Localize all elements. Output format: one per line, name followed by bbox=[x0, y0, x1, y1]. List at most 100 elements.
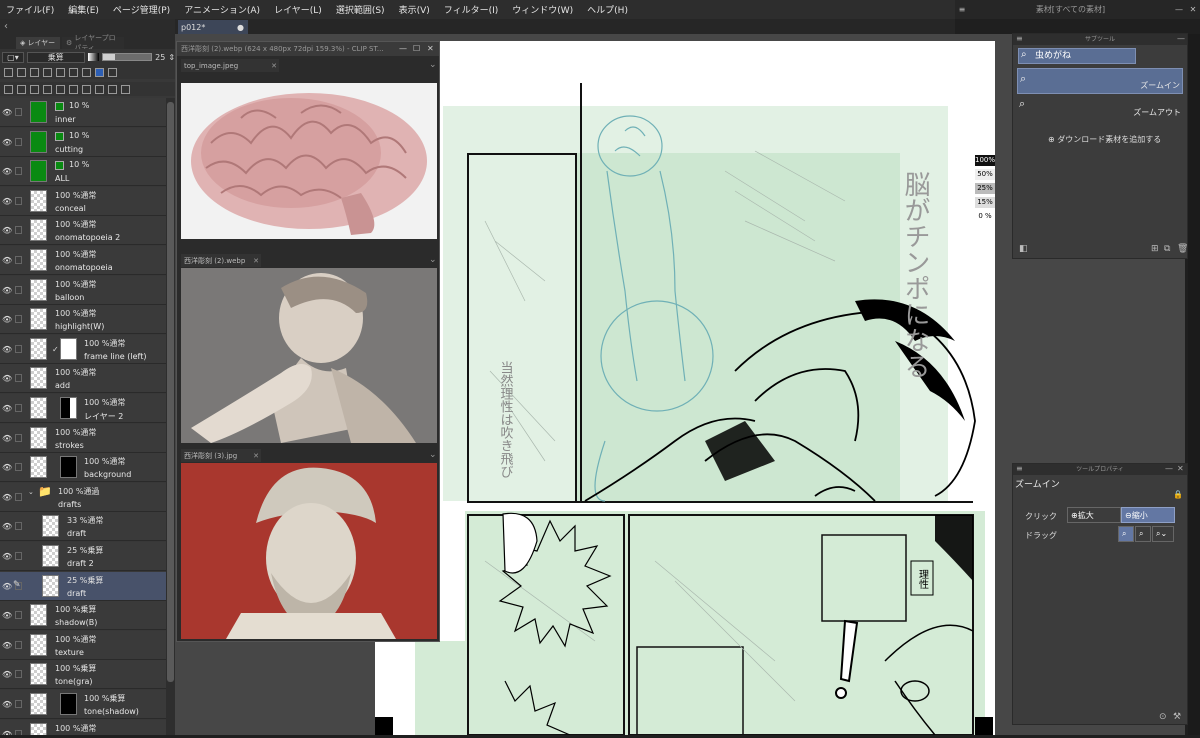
menu-item[interactable]: 表示(V) bbox=[399, 3, 430, 16]
drag-zoom-in-option[interactable]: ⌕ bbox=[1118, 526, 1134, 542]
zoom-out-option[interactable]: ⊖ 縮小 bbox=[1121, 507, 1175, 523]
layer-row[interactable]: 👁 100 %通常 strokes bbox=[0, 423, 166, 453]
eye-icon[interactable]: 👁 bbox=[2, 404, 12, 413]
menu-item[interactable]: アニメーション(A) bbox=[184, 3, 260, 16]
eye-icon[interactable]: 👁 bbox=[2, 700, 12, 709]
close-icon[interactable]: ✕ bbox=[1186, 5, 1200, 14]
lock-toggle[interactable] bbox=[15, 492, 22, 501]
layer-row[interactable]: 👁 100 %通常 conceal bbox=[0, 186, 166, 216]
lock-toggle[interactable] bbox=[15, 226, 22, 235]
layer-row[interactable]: 👁 100 %通常 background bbox=[0, 453, 166, 483]
eye-icon[interactable]: 👁 bbox=[2, 286, 12, 295]
apply-mask-icon[interactable] bbox=[95, 84, 104, 94]
lock-toggle[interactable] bbox=[15, 700, 22, 708]
layer-row[interactable]: 👁 10 % ALL bbox=[0, 157, 166, 187]
lock-toggle[interactable] bbox=[15, 670, 22, 679]
eye-icon[interactable]: 👁 bbox=[2, 522, 12, 531]
menu-icon[interactable]: ≡ bbox=[955, 5, 969, 14]
lock-toggle[interactable] bbox=[15, 374, 22, 383]
layer-row[interactable]: 👁 10 % cutting bbox=[0, 127, 166, 157]
lock-toggle[interactable] bbox=[15, 522, 22, 531]
chevron-down-icon[interactable]: ⌄ bbox=[429, 255, 437, 265]
search-input[interactable]: 虫めがね bbox=[1018, 48, 1136, 64]
layer-row[interactable]: 👁 10 % inner bbox=[0, 98, 166, 127]
tab-layer[interactable]: ◈ レイヤー bbox=[16, 37, 60, 49]
eye-icon[interactable]: 👁 bbox=[2, 315, 12, 324]
eye-icon[interactable]: 👁 bbox=[2, 108, 12, 117]
blend-mode-select[interactable]: 乗算 bbox=[26, 51, 85, 63]
layer-row[interactable]: 👁 100 %通常 frame line (left) ✓ bbox=[0, 334, 166, 364]
eye-icon[interactable]: 👁 bbox=[2, 730, 12, 735]
eye-icon[interactable]: 👁 bbox=[2, 138, 12, 147]
lock-icon[interactable] bbox=[43, 67, 52, 77]
minimize-icon[interactable]: — bbox=[1177, 34, 1185, 43]
close-icon[interactable]: ✕ bbox=[271, 62, 277, 70]
lock-toggle[interactable] bbox=[15, 640, 22, 649]
eye-icon[interactable]: 👁 bbox=[2, 552, 12, 561]
layer-row[interactable]: 👁 100 %乗算 tone(shadow) bbox=[0, 690, 166, 719]
layer-row[interactable]: 👁 📁 ⌄ 100 %通過 drafts bbox=[0, 482, 166, 512]
lock-toggle[interactable] bbox=[15, 729, 22, 735]
lock-toggle[interactable] bbox=[15, 167, 22, 176]
lock-toggle[interactable] bbox=[15, 108, 22, 116]
layer-row[interactable]: 👁 25 %乗算 draft 2 bbox=[0, 542, 166, 571]
reference-icon[interactable] bbox=[17, 67, 26, 77]
trash-icon[interactable] bbox=[108, 84, 117, 94]
lock-toggle[interactable] bbox=[15, 552, 22, 560]
menu-item[interactable]: ヘルプ(H) bbox=[587, 3, 628, 16]
eye-icon[interactable]: 👁 bbox=[2, 611, 12, 620]
drag-zoom-menu[interactable]: ⌕⌄ bbox=[1152, 526, 1174, 542]
eye-icon[interactable]: 👁 bbox=[2, 493, 12, 502]
stepper-icon[interactable]: ⇕ bbox=[168, 53, 175, 62]
new-raster-layer-icon[interactable] bbox=[4, 84, 13, 94]
lock-toggle[interactable] bbox=[15, 344, 22, 353]
lock-toggle[interactable] bbox=[15, 256, 22, 264]
reset-icon[interactable]: ⊙ bbox=[1159, 712, 1167, 722]
zoom-in-option[interactable]: ⊕ 拡大 bbox=[1067, 507, 1121, 523]
clip-icon[interactable] bbox=[4, 67, 13, 77]
menu-item[interactable]: 編集(E) bbox=[68, 3, 99, 16]
eye-icon[interactable]: 👁 bbox=[2, 670, 12, 679]
trash-icon[interactable]: 🗑 bbox=[1177, 244, 1188, 254]
lock-toggle[interactable] bbox=[15, 315, 22, 324]
subview-image-tab[interactable]: top_image.jpeg ✕ bbox=[181, 59, 279, 72]
layer-row[interactable]: 👁 100 %乗算 shadow(B) bbox=[0, 601, 166, 631]
menu-icon[interactable]: ≡ bbox=[1016, 464, 1023, 473]
draft-icon[interactable] bbox=[30, 67, 39, 77]
subview-image-tab[interactable]: 西洋彫刻 (2).webp ✕ bbox=[181, 254, 261, 267]
minimize-icon[interactable]: — bbox=[399, 44, 407, 53]
opacity-slider[interactable] bbox=[102, 53, 153, 61]
lock-toggle[interactable] bbox=[15, 196, 22, 205]
menu-item[interactable]: ウィンドウ(W) bbox=[512, 3, 573, 16]
layer-row[interactable]: 👁 100 %通常 レイヤー 2 bbox=[0, 394, 166, 423]
download-icon[interactable]: ⊞ bbox=[1151, 244, 1159, 254]
lock-toggle[interactable] bbox=[15, 137, 22, 146]
close-dot-icon[interactable]: ● bbox=[237, 23, 244, 32]
copy-layer-icon[interactable] bbox=[56, 84, 65, 94]
eye-icon[interactable]: 👁 bbox=[2, 345, 12, 354]
menu-item[interactable]: フィルター(I) bbox=[444, 3, 499, 16]
lock-toggle[interactable] bbox=[15, 404, 22, 412]
manga-page[interactable]: 脳がチンポになる 理性 当然理性は吹き飛び bbox=[375, 41, 995, 736]
mask-icon[interactable] bbox=[69, 67, 78, 77]
transfer-icon[interactable] bbox=[69, 84, 78, 94]
close-icon[interactable]: ✕ bbox=[253, 257, 259, 265]
eye-icon[interactable]: 👁 bbox=[2, 197, 12, 206]
menu-item[interactable]: レイヤー(L) bbox=[274, 3, 322, 16]
layer-row[interactable]: 👁 100 %通常 onomatopoeia 2 bbox=[0, 216, 166, 246]
document-tab[interactable]: p012* ● bbox=[178, 20, 248, 34]
layer-row[interactable]: 👁 100 %通常 texture bbox=[0, 630, 166, 660]
eye-icon[interactable]: 👁 bbox=[2, 226, 12, 235]
lock-toggle[interactable] bbox=[15, 463, 22, 472]
subtool-zoom-out[interactable]: ⌕ ズームアウト bbox=[1017, 94, 1183, 120]
lock-transparent-icon[interactable] bbox=[56, 67, 65, 77]
settings-icon[interactable] bbox=[108, 67, 117, 77]
layer-row[interactable]: 👁 100 %通常 bbox=[0, 719, 166, 735]
eye-icon[interactable]: 👁 bbox=[2, 434, 12, 443]
eye-icon[interactable]: 👁 bbox=[2, 641, 12, 650]
eye-icon[interactable]: 👁 bbox=[2, 463, 12, 472]
layer-row[interactable]: 👁 100 %乗算 tone(gra) bbox=[0, 660, 166, 690]
chevron-down-icon[interactable]: ⌄ bbox=[429, 450, 437, 460]
drag-zoom-area-option[interactable]: ⌕ bbox=[1135, 526, 1151, 542]
subtool-zoom-in[interactable]: ⌕ ズームイン bbox=[1017, 68, 1183, 94]
